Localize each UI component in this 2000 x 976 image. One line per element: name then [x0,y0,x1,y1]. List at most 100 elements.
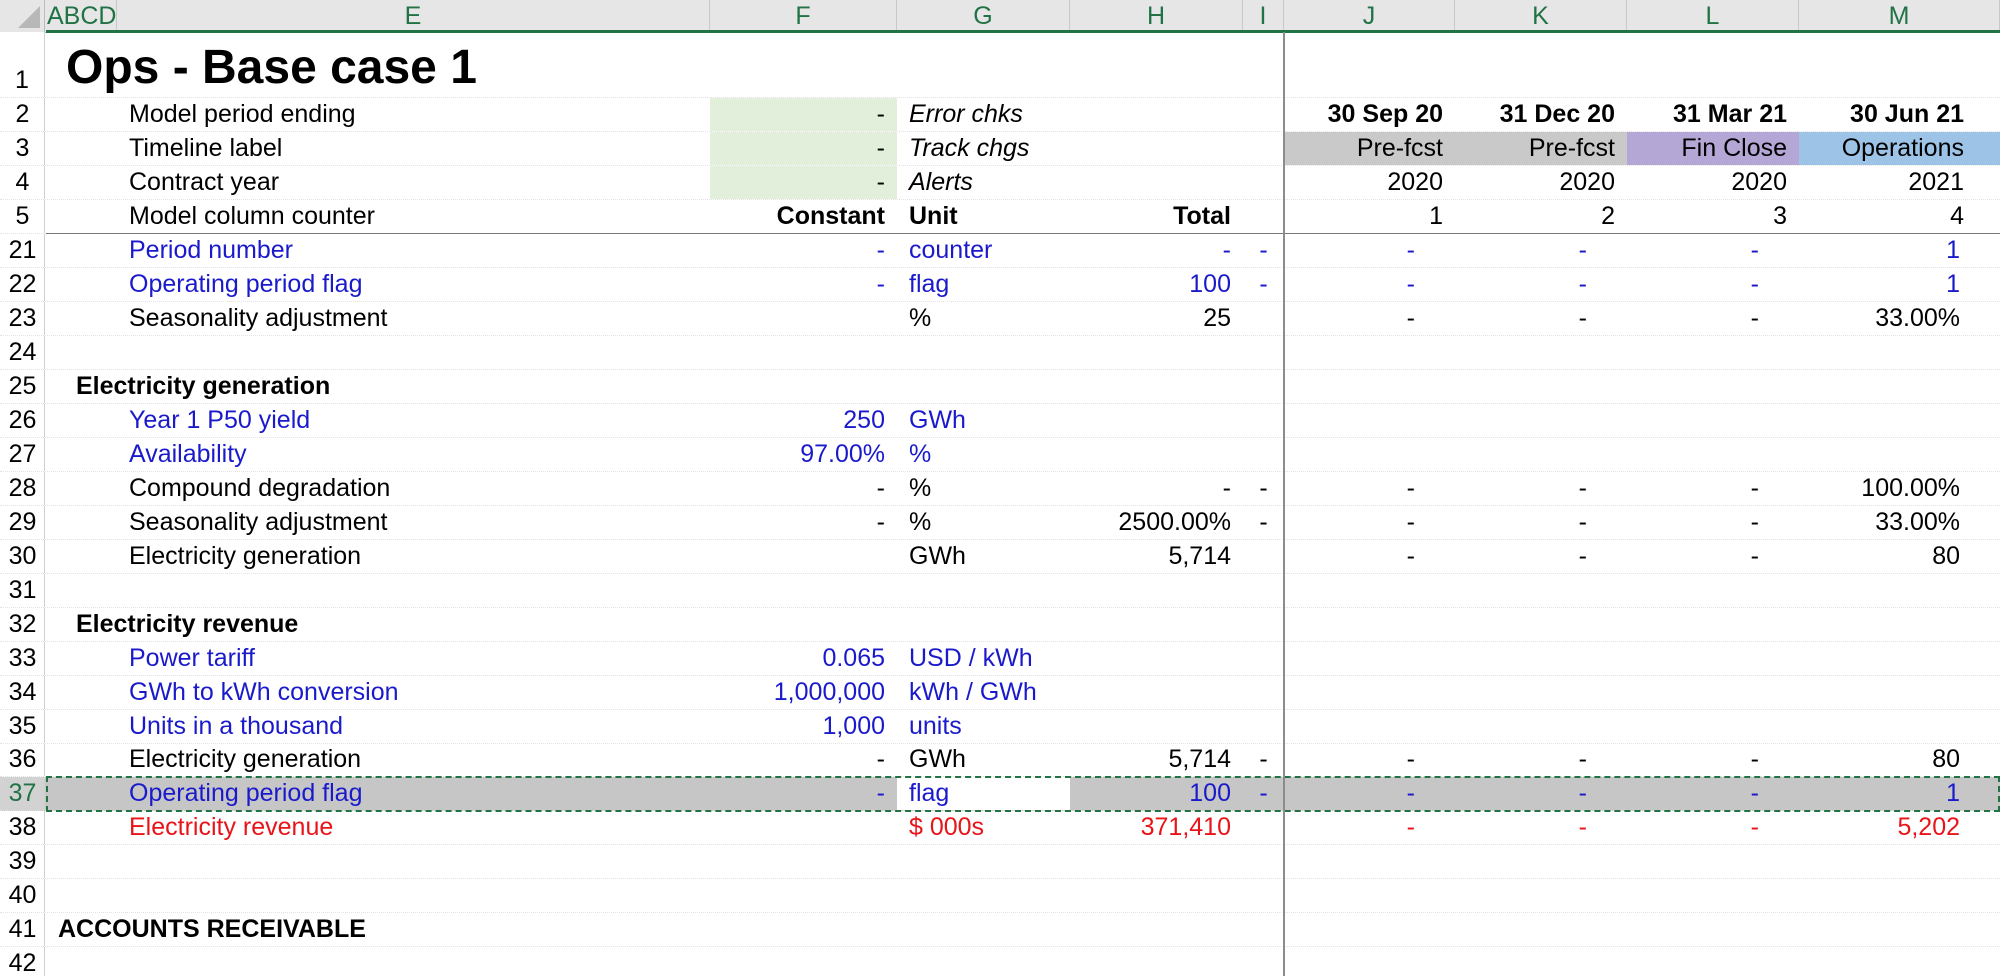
total-cell[interactable]: - [1070,472,1243,505]
value-m[interactable]: 1 [1799,268,2000,301]
constant-cell[interactable]: - [710,744,897,776]
section-heading[interactable]: Electricity generation [76,370,676,403]
total-cell[interactable]: - [1070,234,1243,267]
label-cell[interactable]: Electricity revenue [117,811,710,844]
col-header-j[interactable]: J [1284,0,1455,32]
section-heading[interactable]: ACCOUNTS RECEIVABLE [58,913,758,946]
check-cell[interactable]: - [1243,472,1284,505]
total-cell[interactable]: 25 [1070,302,1243,335]
label-cell[interactable]: Compound degradation [117,472,710,505]
value-k[interactable]: - [1455,777,1627,810]
value-j[interactable]: - [1284,777,1455,810]
label-cell[interactable]: Seasonality adjustment [117,506,710,539]
row-number[interactable]: 30 [0,540,45,573]
row-number[interactable]: 31 [0,574,45,607]
row-number[interactable]: 40 [0,879,45,912]
row-number[interactable]: 38 [0,811,45,844]
check-cell[interactable]: - [1243,268,1284,301]
constant-header[interactable]: Constant [710,200,897,233]
row-number[interactable]: 28 [0,472,45,505]
value-j[interactable]: - [1284,506,1455,539]
value-j[interactable]: - [1284,744,1455,776]
label-cell[interactable]: Timeline label [117,132,710,165]
col-header-g[interactable]: G [897,0,1070,32]
constant-cell[interactable]: 0.065 [710,642,897,675]
col-header-k[interactable]: K [1455,0,1627,32]
value-m[interactable]: 100.00% [1799,472,2000,505]
unit-header[interactable]: Unit [897,200,1070,233]
col-header-abcd[interactable]: ABCD [45,0,117,32]
value-l[interactable]: - [1627,506,1799,539]
value-j[interactable]: - [1284,234,1455,267]
value-m[interactable]: 33.00% [1799,506,2000,539]
year-k[interactable]: 2020 [1455,166,1627,199]
row-number[interactable]: 39 [0,845,45,878]
row-number[interactable]: 25 [0,370,45,403]
alerts-label[interactable]: Alerts [897,166,1070,199]
value-m[interactable]: 5,202 [1799,811,2000,844]
row-number[interactable]: 2 [0,98,45,131]
row-number[interactable]: 3 [0,132,45,165]
unit-cell[interactable]: flag [897,268,1070,301]
unit-cell[interactable]: units [897,710,1070,743]
label-cell[interactable]: Units in a thousand [117,710,710,743]
timeline-label-k[interactable]: Pre-fcst [1455,132,1627,165]
col-header-m[interactable]: M [1799,0,2000,32]
value-k[interactable]: - [1455,268,1627,301]
value-j[interactable]: - [1284,811,1455,844]
unit-cell[interactable]: GWh [897,540,1070,573]
constant-cell[interactable]: - [710,268,897,301]
total-cell[interactable]: 5,714 [1070,744,1243,776]
row-number[interactable]: 23 [0,302,45,335]
value-j[interactable]: - [1284,540,1455,573]
sheet-title[interactable]: Ops - Base case 1 [66,32,866,97]
value-m[interactable]: 1 [1799,234,2000,267]
row-number[interactable]: 1 [0,32,45,97]
col-header-l[interactable]: L [1627,0,1799,32]
value-l[interactable]: - [1627,540,1799,573]
unit-cell[interactable]: % [897,472,1070,505]
select-all-corner[interactable] [0,0,45,32]
input-cell-f[interactable]: - [710,166,897,199]
row-number[interactable]: 26 [0,404,45,437]
value-l[interactable]: - [1627,302,1799,335]
value-l[interactable]: - [1627,744,1799,776]
label-cell[interactable]: Operating period flag [117,777,710,810]
value-l[interactable]: - [1627,268,1799,301]
check-cell[interactable]: - [1243,777,1284,810]
counter-m[interactable]: 4 [1799,200,2000,233]
value-k[interactable]: - [1455,811,1627,844]
value-k[interactable]: - [1455,540,1627,573]
row-number[interactable]: 27 [0,438,45,471]
total-cell[interactable]: 2500.00% [1070,506,1243,539]
unit-cell[interactable]: GWh [897,744,1070,776]
value-l[interactable]: - [1627,234,1799,267]
col-header-h[interactable]: H [1070,0,1243,32]
value-l[interactable]: - [1627,472,1799,505]
input-cell-f[interactable]: - [710,132,897,165]
row-number[interactable]: 33 [0,642,45,675]
value-m[interactable]: 80 [1799,540,2000,573]
label-cell[interactable]: Contract year [117,166,710,199]
constant-cell[interactable]: 1,000,000 [710,676,897,709]
col-header-e[interactable]: E [117,0,710,32]
row-number[interactable]: 32 [0,608,45,641]
year-j[interactable]: 2020 [1284,166,1455,199]
col-header-i[interactable]: I [1243,0,1284,32]
value-l[interactable]: - [1627,811,1799,844]
total-cell[interactable]: 100 [1070,777,1243,810]
label-cell[interactable]: Availability [117,438,710,471]
row-number[interactable]: 24 [0,336,45,369]
row-number[interactable]: 4 [0,166,45,199]
date-l[interactable]: 31 Mar 21 [1627,98,1799,131]
value-j[interactable]: - [1284,302,1455,335]
counter-k[interactable]: 2 [1455,200,1627,233]
unit-cell[interactable]: $ 000s [897,811,1070,844]
row-number[interactable]: 34 [0,676,45,709]
row-number-selected[interactable]: 37 [0,777,45,810]
row-number[interactable]: 22 [0,268,45,301]
unit-cell[interactable]: counter [897,234,1070,267]
row-number[interactable]: 35 [0,710,45,743]
label-cell[interactable]: Electricity generation [117,744,710,776]
constant-cell[interactable]: - [710,472,897,505]
